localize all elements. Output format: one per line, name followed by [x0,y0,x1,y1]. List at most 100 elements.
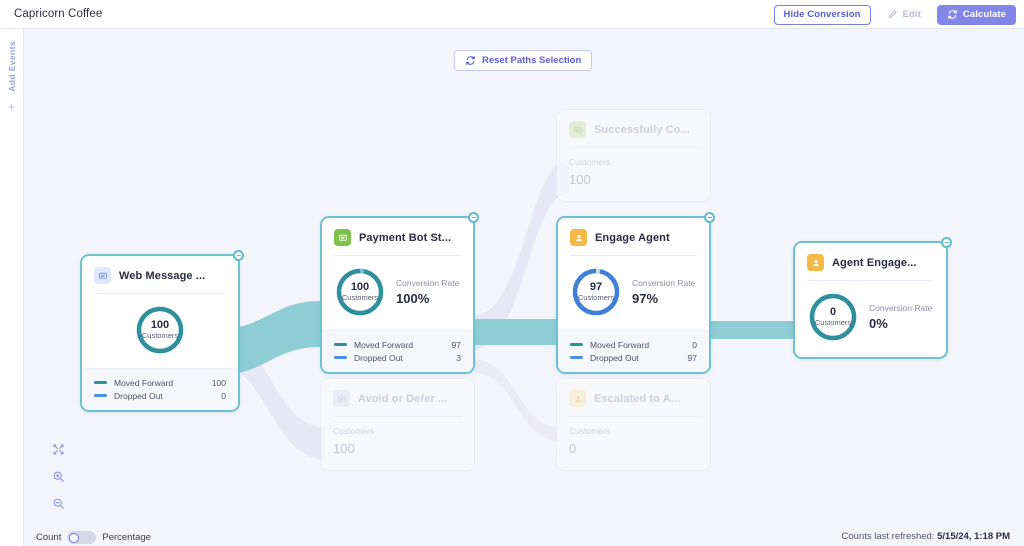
customers-label: Customers [569,426,698,436]
legend-label: Moved Forward [590,340,692,350]
plus-icon[interactable]: + [8,100,16,113]
node-body: 97 Customers Conversion Rate 97% [558,256,709,330]
donut-chart: 100 Customers [334,266,386,318]
node-title: Engage Agent [595,232,670,244]
legend-row-moved-forward: Moved Forward 97 [334,338,461,351]
node-header: Successfully Co... [557,110,710,147]
node-handle-payment-bot[interactable] [468,212,479,223]
legend-label: Moved Forward [114,378,212,388]
zoom-in-icon[interactable] [50,468,67,485]
legend-value: 97 [452,340,461,350]
node-title: Agent Engage... [832,257,917,269]
donut-chart: 97 Customers [570,266,622,318]
conversion-value: 0% [869,316,932,331]
count-percentage-switch[interactable] [67,531,96,544]
agent-icon [569,390,586,407]
reset-paths-selection-button[interactable]: Reset Paths Selection [454,50,592,71]
calculate-label: Calculate [963,9,1006,20]
customers-label: Customers [569,157,698,167]
percentage-label: Percentage [102,532,151,543]
conversion-label: Conversion Rate [396,278,459,288]
legend-swatch [570,356,583,360]
legend-row-moved-forward: Moved Forward 100 [94,376,226,389]
node-header: Engage Agent [558,218,709,255]
node-successfully-completed[interactable]: Successfully Co... Customers 100 [556,109,711,202]
reset-paths-label: Reset Paths Selection [482,55,581,66]
legend-label: Dropped Out [354,353,456,363]
conversion-label: Conversion Rate [632,278,695,288]
node-title: Successfully Co... [594,124,690,136]
edit-button[interactable]: Edit [877,5,931,25]
node-body: Customers 100 [557,148,710,201]
legend-row-moved-forward: Moved Forward 0 [570,338,697,351]
node-payment-bot[interactable]: Payment Bot St... 100 Customers Conversi… [320,216,475,374]
legend-value: 0 [221,391,226,401]
node-body: 0 Customers Conversion Rate 0% [795,281,946,357]
legend-value: 97 [688,353,697,363]
legend-swatch [94,394,107,398]
node-handle-web-message[interactable] [233,250,244,261]
node-escalated-to-agent[interactable]: Escalated to A... Customers 0 [556,378,711,471]
chat-icon [569,121,586,138]
node-engage-agent[interactable]: Engage Agent 97 Customers Conversion Rat… [556,216,711,374]
node-header: Payment Bot St... [322,218,473,255]
node-title: Avoid or Defer ... [358,393,447,405]
page-title: Capricorn Coffee [14,8,102,20]
counts-last-refreshed: Counts last refreshed: 5/15/24, 1:18 PM [842,531,1010,542]
customers-value: 0 [569,441,698,456]
legend-value: 100 [212,378,226,388]
legend-row-dropped-out: Dropped Out 97 [570,351,697,364]
legend-label: Dropped Out [114,391,221,401]
add-events-rail: Add Events + [0,29,24,546]
node-legend: Moved Forward 0 Dropped Out 97 [558,330,709,372]
node-legend: Moved Forward 97 Dropped Out 3 [322,330,473,372]
node-body: Customers 0 [557,417,710,470]
chat-icon [333,390,350,407]
node-title: Escalated to A... [594,393,680,405]
donut-chart: 0 Customers [807,291,859,343]
conversion-label: Conversion Rate [869,303,932,313]
donut-chart: 100 Customers [134,304,186,356]
reset-paths-wrap: Reset Paths Selection [454,50,592,71]
header-actions: Hide Conversion Edit [774,0,1016,29]
calculate-button[interactable]: Calculate [937,5,1016,25]
node-agent-engaged[interactable]: Agent Engage... 0 Customers Conversion R… [793,241,948,359]
legend-value: 0 [692,340,697,350]
refreshed-value: 5/15/24, 1:18 PM [937,531,1010,542]
conversion-value: 100% [396,291,459,306]
legend-row-dropped-out: Dropped Out 0 [94,389,226,402]
donut-label: Customers [342,294,378,302]
funnel-app: Capricorn Coffee Hide Conversion Edit [0,0,1024,546]
node-header: Web Message ... [82,256,238,293]
node-handle-engage-agent[interactable] [704,212,715,223]
node-body: Customers 100 [321,417,474,470]
link-faded-escalated [474,359,559,441]
funnel-canvas[interactable]: Reset Paths Selection Web Message ... [24,29,1024,546]
pencil-icon [887,9,898,20]
node-avoid-or-defer[interactable]: Avoid or Defer ... Customers 100 [320,378,475,471]
legend-row-dropped-out: Dropped Out 3 [334,351,461,364]
count-label: Count [36,532,61,543]
node-web-message[interactable]: Web Message ... 100 Customers Moved [80,254,240,412]
node-header: Escalated to A... [557,379,710,416]
node-title: Web Message ... [119,270,205,282]
zoom-out-icon[interactable] [50,495,67,512]
agent-icon [570,229,587,246]
customers-value: 100 [569,172,698,187]
node-handle-agent-engaged[interactable] [941,237,952,248]
node-header: Avoid or Defer ... [321,379,474,416]
chat-icon [94,267,111,284]
refresh-icon [947,9,958,20]
conversion-block: Conversion Rate 97% [632,278,695,306]
fit-screen-icon[interactable] [50,441,67,458]
legend-label: Dropped Out [590,353,688,363]
hide-conversion-label: Hide Conversion [784,9,861,20]
donut-label: Customers [578,294,614,302]
legend-swatch [334,343,347,347]
node-header: Agent Engage... [795,243,946,280]
node-legend: Moved Forward 100 Dropped Out 0 [82,368,238,410]
hide-conversion-button[interactable]: Hide Conversion [774,5,871,25]
legend-swatch [570,343,583,347]
count-percentage-toggle[interactable]: Count Percentage [36,531,151,544]
refresh-icon [465,55,476,66]
